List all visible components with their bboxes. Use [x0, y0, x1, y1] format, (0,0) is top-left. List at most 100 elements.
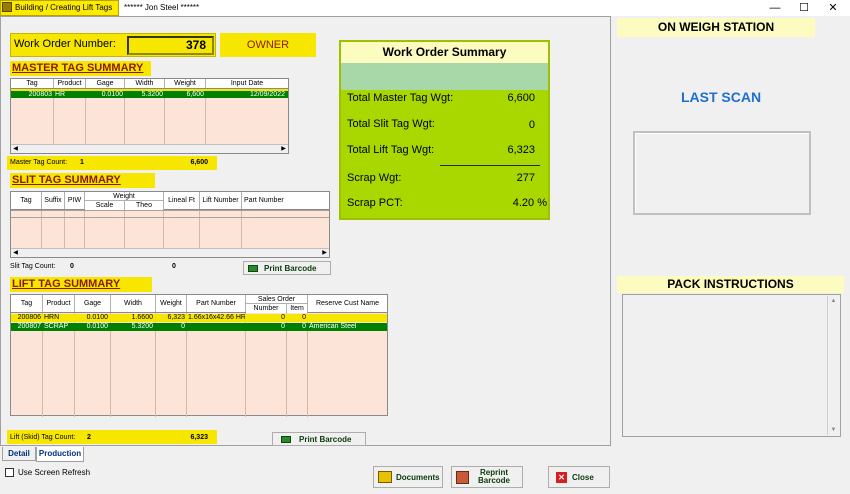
pack-instructions-textarea[interactable]: [622, 294, 841, 437]
slit-col-part-number[interactable]: Part Number: [242, 192, 329, 209]
documents-icon: [378, 471, 392, 483]
lift-count: 2: [87, 434, 91, 441]
slit-col-lift-number[interactable]: Lift Number: [200, 192, 242, 209]
pack-vscrollbar[interactable]: ▲ ▼: [827, 296, 839, 435]
lift-count-label: Lift (Skid) Tag Count:: [10, 434, 76, 441]
total-master-tag-wgt-value: 6,600: [507, 92, 535, 104]
total-master-tag-wgt-label: Total Master Tag Wgt:: [347, 92, 454, 104]
scroll-right-icon[interactable]: ▶: [320, 249, 329, 258]
print-barcode-label: Print Barcode: [299, 435, 352, 444]
lift-col-sales-order[interactable]: Sales Order: [246, 295, 308, 304]
window-title-tab[interactable]: Building / Creating Lift Tags: [0, 0, 119, 16]
table-row[interactable]: 200803 HR 0.0100 5.3200 6,600 12/09/2022: [11, 91, 288, 98]
slit-col-tag[interactable]: Tag: [11, 192, 42, 209]
table-row[interactable]: 200807 SCRAP 0.0100 5.3200 0 0 0 America…: [11, 323, 387, 331]
slit-count-weight: 0: [172, 263, 176, 270]
scroll-down-icon[interactable]: ▼: [828, 425, 839, 435]
use-screen-refresh-label: Use Screen Refresh: [18, 468, 91, 477]
slit-col-theo[interactable]: Theo: [125, 201, 164, 210]
total-lift-tag-wgt-value: 6,323: [507, 144, 535, 156]
lift-col-gage[interactable]: Gage: [75, 295, 111, 312]
lift-tag-grid[interactable]: Tag Product Gage Width Weight Part Numbe…: [10, 294, 388, 417]
master-count-label: Master Tag Count:: [10, 159, 68, 166]
lift-col-width[interactable]: Width: [111, 295, 156, 312]
work-order-input[interactable]: 378: [127, 36, 214, 55]
documents-label: Documents: [396, 473, 440, 482]
reprint-barcode-button[interactable]: Reprint Barcode: [451, 466, 523, 488]
scroll-right-icon[interactable]: ▶: [279, 145, 288, 154]
slit-col-suffix[interactable]: Suffix: [42, 192, 65, 209]
lift-col-tag[interactable]: Tag: [11, 295, 43, 312]
pack-instructions-title: PACK INSTRUCTIONS: [617, 276, 844, 293]
work-order-label: Work Order Number:: [14, 38, 116, 50]
master-count: 1: [80, 159, 84, 166]
slit-tag-grid[interactable]: Tag Suffix PIW Weight Scale Theo Lineal …: [10, 191, 330, 258]
slit-hscrollbar[interactable]: ◀ ▶: [11, 248, 329, 257]
master-tag-summary-title: MASTER TAG SUMMARY: [10, 61, 151, 76]
total-slit-tag-wgt-value: 0: [528, 119, 535, 131]
master-col-width[interactable]: Width: [125, 79, 165, 88]
last-scan-label: LAST SCAN: [680, 89, 762, 105]
close-window-icon[interactable]: ✕: [818, 0, 848, 16]
printer-icon: [456, 471, 469, 484]
scroll-up-icon[interactable]: ▲: [828, 296, 839, 306]
user-name: ****** Jon Steel ******: [124, 3, 200, 12]
lift-col-part-number[interactable]: Part Number: [187, 295, 246, 312]
total-lift-tag-wgt-label: Total Lift Tag Wgt:: [347, 144, 435, 156]
print-barcode-label: Print Barcode: [264, 264, 317, 273]
total-slit-tag-wgt-label: Total Slit Tag Wgt:: [347, 118, 435, 130]
lift-col-weight[interactable]: Weight: [156, 295, 187, 312]
lift-grid-header: Tag Product Gage Width Weight Part Numbe…: [11, 295, 387, 313]
slit-col-piw[interactable]: PIW: [65, 192, 85, 209]
master-col-tag[interactable]: Tag: [11, 79, 54, 88]
lift-tag-summary-title: LIFT TAG SUMMARY: [10, 277, 152, 292]
lift-col-number[interactable]: Number: [246, 304, 287, 313]
lift-col-product[interactable]: Product: [43, 295, 75, 312]
scroll-left-icon[interactable]: ◀: [11, 249, 20, 258]
use-screen-refresh-checkbox[interactable]: [5, 468, 14, 477]
summary-divider: [440, 165, 540, 166]
documents-button[interactable]: Documents: [373, 466, 443, 488]
master-tag-grid[interactable]: Tag Product Gage Width Weight Input Date…: [10, 78, 289, 154]
scrap-wgt-value: 277: [516, 172, 535, 184]
app-icon: [2, 2, 12, 12]
summary-band: [341, 63, 548, 90]
tab-detail[interactable]: Detail: [2, 447, 36, 461]
owner-label: OWNER: [220, 33, 316, 57]
lift-col-item[interactable]: Item: [287, 304, 308, 313]
lift-print-barcode-button[interactable]: Print Barcode: [272, 432, 366, 446]
master-col-input-date[interactable]: Input Date: [206, 79, 288, 88]
slit-grid-header: Tag Suffix PIW Weight Scale Theo Lineal …: [11, 192, 329, 210]
master-col-gage[interactable]: Gage: [86, 79, 125, 88]
table-row[interactable]: 200806 HRN 0.0100 1.6600 6,323 1.66x16x4…: [11, 314, 387, 322]
slit-count-label: Slit Tag Count:: [10, 263, 56, 270]
slit-tag-summary-title: SLIT TAG SUMMARY: [10, 173, 155, 188]
lift-col-reserve-cust-name[interactable]: Reserve Cust Name: [308, 295, 387, 312]
lift-count-weight: 6,323: [190, 434, 208, 441]
slit-col-weight[interactable]: Weight: [85, 192, 164, 201]
scroll-left-icon[interactable]: ◀: [11, 145, 20, 154]
close-label: Close: [572, 473, 594, 482]
work-order-summary-title: Work Order Summary: [341, 42, 548, 63]
scrap-pct-value: 4.20 %: [512, 197, 547, 209]
master-col-product[interactable]: Product: [54, 79, 86, 88]
scrap-wgt-label: Scrap Wgt:: [347, 172, 402, 184]
master-col-weight[interactable]: Weight: [165, 79, 206, 88]
master-hscrollbar[interactable]: ◀ ▶: [11, 144, 288, 153]
slit-col-lineal-ft[interactable]: Lineal Ft: [164, 192, 200, 209]
barcode-icon: [281, 436, 291, 443]
maximize-icon[interactable]: ☐: [789, 0, 819, 16]
slit-print-barcode-button[interactable]: Print Barcode: [243, 261, 331, 275]
barcode-icon: [248, 265, 258, 272]
tab-production[interactable]: Production: [36, 447, 84, 462]
table-row[interactable]: [11, 210, 329, 218]
window-title: Building / Creating Lift Tags: [15, 3, 113, 12]
weigh-station-title: ON WEIGH STATION: [617, 18, 815, 37]
master-count-weight: 6,600: [190, 159, 208, 166]
minimize-icon[interactable]: —: [760, 0, 790, 16]
master-grid-header: Tag Product Gage Width Weight Input Date: [11, 79, 288, 89]
slit-col-scale[interactable]: Scale: [85, 201, 125, 210]
close-button[interactable]: ✕ Close: [548, 466, 610, 488]
last-scan-box: [633, 131, 811, 215]
slit-count: 0: [70, 263, 74, 270]
